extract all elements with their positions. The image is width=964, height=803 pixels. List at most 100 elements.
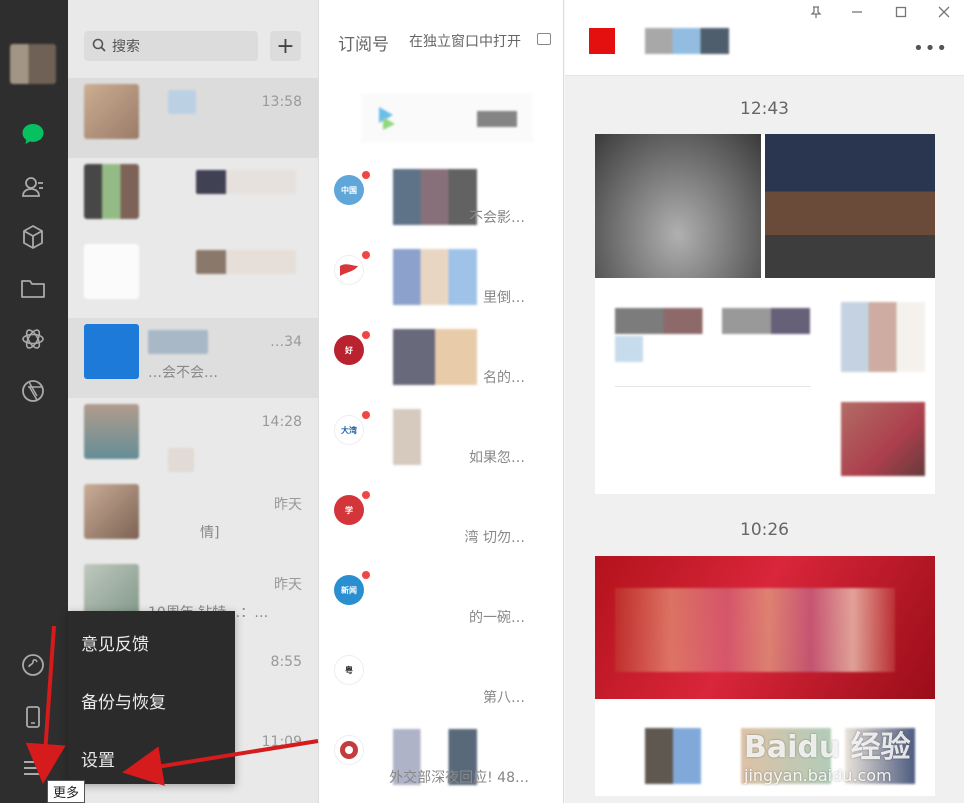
chat-time: 11:09 (261, 734, 302, 750)
article-card[interactable] (595, 556, 935, 796)
list-item[interactable]: 里倒… (319, 243, 563, 323)
chat-preview: 情] (200, 525, 220, 541)
subscription-title: 订阅号 (338, 35, 389, 55)
subscription-snippet: 不会影… (469, 210, 525, 226)
contacts-icon[interactable] (20, 174, 46, 200)
list-item[interactable]: 外交部深夜回应! 48… (319, 723, 563, 803)
list-item[interactable]: 粤 第八… (319, 643, 563, 723)
message-time: 12:43 (740, 99, 789, 119)
avatar[interactable] (10, 44, 56, 84)
article-panel: ••• 12:43 10:26 (565, 0, 964, 803)
subscription-logo (334, 255, 364, 285)
open-in-window-link[interactable]: 在独立窗口中打开 (409, 31, 521, 51)
chat-time: 昨天 (274, 577, 302, 593)
list-item[interactable]: …34 …会不会… (68, 318, 318, 398)
avatar (84, 164, 139, 219)
subscription-logo: 中国 (334, 175, 364, 205)
chat-name (196, 250, 296, 274)
cube-icon[interactable] (20, 224, 46, 250)
subscription-snippet: 第八… (483, 690, 525, 706)
subscription-snippet: 外交部深夜回应! 48… (389, 770, 529, 786)
thumbnail (393, 169, 477, 225)
chat-time: 14:28 (261, 414, 302, 430)
list-item[interactable]: 中国 不会影… (319, 163, 563, 243)
subscription-logo: 新闻 (334, 575, 364, 605)
maximize-icon[interactable] (895, 6, 907, 22)
phone-icon[interactable] (20, 704, 46, 730)
search-icon (92, 37, 106, 56)
subscription-logo: 好 (334, 335, 364, 365)
list-item[interactable]: 13:58 (68, 78, 318, 158)
account-name (645, 28, 729, 54)
search-input[interactable]: 搜索 (84, 31, 258, 61)
unread-dot (362, 331, 370, 339)
chat-time: …34 (270, 334, 302, 350)
pin-icon[interactable] (810, 6, 822, 22)
chat-name (148, 330, 208, 354)
chat-time: 13:58 (261, 94, 302, 110)
close-icon[interactable] (938, 6, 950, 22)
subscription-logo: 学 (334, 495, 364, 525)
folder-icon[interactable] (20, 275, 46, 301)
chat-name (148, 490, 268, 514)
thumbnail (393, 329, 477, 385)
list-item[interactable]: 新闻 的一碗… (319, 563, 563, 643)
more-options-button[interactable]: ••• (913, 38, 948, 59)
unread-dot (362, 251, 370, 259)
unread-dot (362, 411, 370, 419)
chat-name (168, 90, 196, 114)
avatar (84, 244, 139, 299)
subscription-snippet: 名的… (483, 370, 525, 386)
thumbnail (393, 249, 477, 305)
minimize-icon[interactable] (851, 6, 863, 22)
unread-dot (362, 571, 370, 579)
message-time: 10:26 (740, 520, 789, 540)
subscription-snippet: 湾 切勿… (464, 530, 525, 546)
chat-name (196, 170, 296, 194)
menu-item-backup-restore[interactable]: 备份与恢复 (81, 688, 166, 713)
list-item[interactable]: 学 湾 切勿… (319, 483, 563, 563)
menu-item-settings[interactable]: 设置 (81, 746, 115, 771)
left-rail (0, 0, 68, 803)
more-menu: 意见反馈 备份与恢复 设置 (68, 611, 235, 784)
subscription-banner[interactable] (361, 93, 533, 143)
moments-icon[interactable] (20, 326, 46, 352)
window-titlebar: ••• (565, 0, 964, 76)
subscription-logo (334, 735, 364, 765)
list-item[interactable]: 好 名的… (319, 323, 563, 403)
menu-item-feedback[interactable]: 意见反馈 (81, 630, 149, 655)
list-item[interactable] (68, 238, 318, 318)
aperture-icon[interactable] (20, 378, 46, 404)
chat-time: 8:55 (270, 654, 302, 670)
chat-preview: …会不会… (148, 365, 218, 381)
subscription-panel: 订阅号 在独立窗口中打开 中国 不会影… 里倒… 好 名的… 大湾 如果忽… 学… (318, 0, 564, 803)
unread-dot (362, 491, 370, 499)
subscription-snippet: 里倒… (483, 290, 525, 306)
mini-program-icon[interactable] (20, 652, 46, 678)
open-window-icon[interactable] (537, 33, 551, 45)
subscription-logo: 粤 (334, 655, 364, 685)
list-item[interactable] (68, 158, 318, 238)
thumbnail (393, 409, 421, 465)
avatar (84, 484, 139, 539)
list-item[interactable]: 昨天 情] (68, 478, 318, 558)
article-thumb (841, 402, 925, 476)
search-placeholder: 搜索 (112, 39, 140, 55)
chat-time: 昨天 (274, 497, 302, 513)
avatar (84, 404, 139, 459)
subscription-snippet: 如果忽… (469, 450, 525, 466)
avatar (84, 84, 139, 139)
more-tooltip: 更多 (47, 780, 86, 803)
chat-icon[interactable] (20, 121, 46, 147)
list-item[interactable]: 大湾 如果忽… (319, 403, 563, 483)
list-item[interactable]: 14:28 (68, 398, 318, 478)
account-logo (589, 28, 615, 54)
article-card[interactable] (595, 134, 935, 494)
article-cover (595, 134, 935, 278)
chat-name (168, 448, 194, 472)
subscription-logo: 大湾 (334, 415, 364, 445)
menu-icon[interactable] (20, 755, 46, 781)
unread-dot (362, 171, 370, 179)
add-button[interactable]: + (270, 31, 301, 61)
subscription-snippet: 的一碗… (469, 610, 525, 626)
